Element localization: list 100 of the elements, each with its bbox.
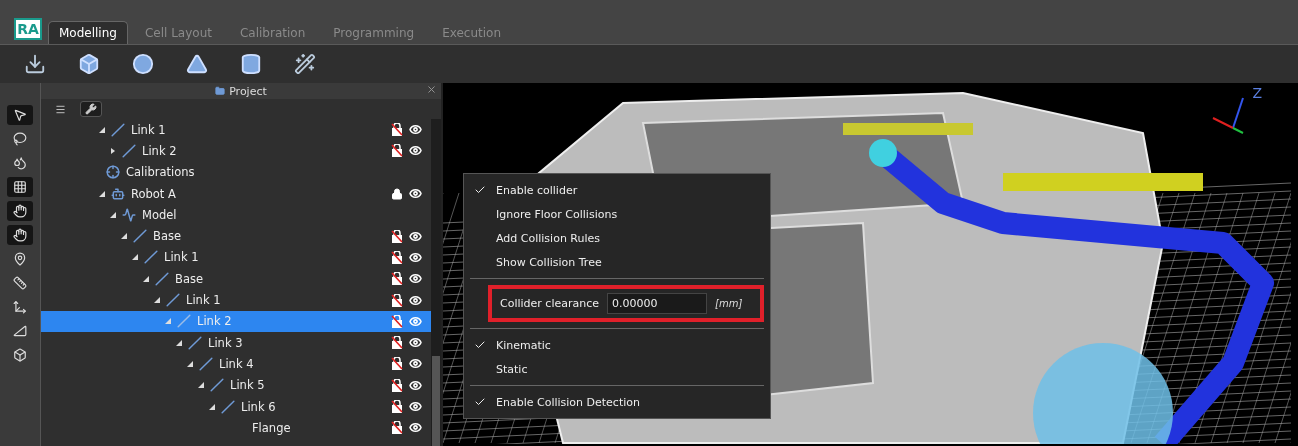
eye-icon[interactable] [409,272,422,286]
tree-label: Base [153,229,181,244]
eye-icon[interactable] [409,229,422,243]
crossed-lock-icon[interactable] [391,229,403,243]
tool-button[interactable] [7,105,33,125]
tree-label: Link 1 [164,250,199,265]
tab[interactable]: Modelling [48,21,128,44]
crossed-lock-icon[interactable] [391,272,403,286]
drops-icon [13,156,27,170]
clearance-input[interactable]: 0.00000 [607,293,707,314]
tree-row[interactable]: Link 6 [41,395,431,418]
tree-label: Flange [252,420,291,435]
crossed-lock-icon[interactable] [391,421,403,435]
crossed-lock-icon[interactable] [391,123,403,137]
magic-wand-icon [294,53,316,75]
menu-item[interactable]: Kinematic [464,333,770,357]
crossed-lock-icon[interactable] [391,144,403,158]
tree-row[interactable]: Link 4 [41,353,431,375]
tree-label: Robot A [131,186,176,201]
crossed-lock-icon[interactable] [391,378,403,392]
axis-label: Z [1252,85,1262,101]
eye-icon[interactable] [409,421,422,435]
tree-row[interactable]: Link 1 [41,119,431,141]
link-icon [111,122,125,137]
eye-icon[interactable] [409,187,422,201]
tree-row[interactable]: Base [41,268,431,290]
check-icon [474,184,486,196]
eye-icon[interactable] [409,357,422,371]
crossed-lock-icon[interactable] [391,357,403,371]
tree-label: Link 4 [219,356,254,371]
tree-row[interactable]: Robot A [41,182,431,205]
grid-icon [13,180,27,194]
eye-icon[interactable] [409,293,422,307]
import-icon [24,53,46,75]
menu-item[interactable]: Enable collider [464,178,770,202]
link-icon [122,143,136,158]
tree-row[interactable]: Base [41,225,431,247]
tree-row[interactable]: Link 3 [41,331,431,354]
menu-item[interactable]: Enable Collision Detection [464,390,770,414]
check-icon [474,339,486,351]
link-icon [199,356,213,371]
tree-label: Link 6 [241,399,276,414]
axis-gizmo-icon [1212,97,1244,134]
eye-icon[interactable] [409,400,422,413]
lasso-icon [13,132,27,146]
field-label: Collider clearance [500,297,599,310]
link-icon [188,335,202,350]
3d-viewport[interactable]: Z Enable collider Ignore Floor Collisions Add Collision Rules Show Collision Tree Collider clearance 0.00000 [mm] Kinematic Static Enable Collision Detection [443,83,1298,446]
tool-button[interactable] [7,225,33,245]
link-icon [177,314,191,329]
tool-button[interactable] [7,177,33,197]
app-logo: RA [14,18,42,40]
crossed-lock-icon[interactable] [391,250,403,264]
tree-row[interactable]: Model [41,204,431,226]
toolbar-button[interactable] [130,51,156,77]
cylinder-icon [240,53,262,75]
crossed-lock-icon[interactable] [391,336,403,350]
eye-icon[interactable] [409,250,422,264]
tree-label: Link 2 [142,143,177,158]
tree-label: Link 5 [230,378,265,393]
eye-icon[interactable] [409,336,422,350]
tree-label: Base [175,271,203,286]
crossed-lock-icon[interactable] [391,400,403,413]
menu-item[interactable]: Add Collision Rules [464,226,770,250]
lock-icon[interactable] [391,187,403,200]
pointer-icon [13,108,27,122]
close-button[interactable] [426,84,437,95]
tree-row[interactable]: Link 1 [41,246,431,269]
crossed-lock-icon[interactable] [391,293,403,307]
tree-row[interactable]: Link 5 [41,374,431,396]
link-icon [144,250,158,265]
tree-label: Model [142,207,177,222]
toolbar-button[interactable] [292,51,318,77]
tree-label: Link 1 [186,293,221,307]
tree-row[interactable]: Flange [41,417,431,439]
menu-item[interactable]: Static [464,357,770,381]
zigzag-icon [122,207,136,222]
tree-row[interactable]: Calibrations [41,161,431,183]
menu-item[interactable]: Ignore Floor Collisions [464,202,770,226]
wrench-button[interactable] [80,101,102,117]
menu-item[interactable]: Show Collision Tree [464,250,770,274]
scrollbar[interactable] [431,119,441,446]
check-icon [474,396,486,408]
eye-icon[interactable] [409,378,422,392]
folder-icon [215,86,226,96]
eye-icon[interactable] [409,123,422,137]
tree-row[interactable]: Link 1 [41,289,431,311]
hand-icon [13,228,27,242]
cube-icon [13,348,27,362]
menu-icon [55,103,66,115]
tool-button[interactable] [7,201,33,221]
tree-row[interactable]: Link 2 [41,140,431,162]
cube-icon [78,53,100,75]
robot-icon [111,186,125,201]
link-icon [221,399,235,414]
ruler-icon [13,276,27,290]
panel-title: Project [229,84,267,98]
unit-label: [mm] [715,298,743,309]
eye-icon[interactable] [409,144,422,158]
link-icon [210,378,224,393]
